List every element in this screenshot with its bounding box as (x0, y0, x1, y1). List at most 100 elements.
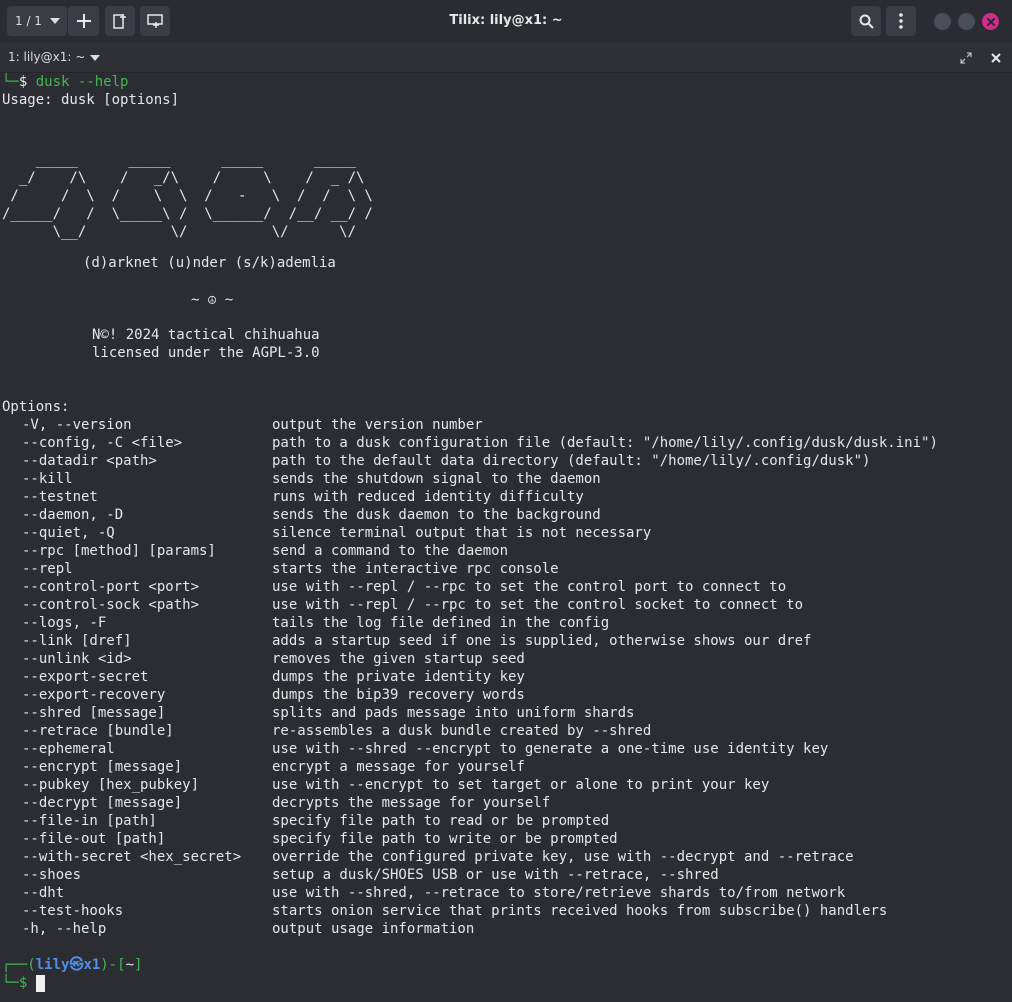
option-description: specify file path to read or be prompted (272, 813, 610, 829)
option-description: adds a startup seed if one is supplied, … (272, 633, 812, 649)
option-flag: --daemon, -D (22, 507, 124, 523)
option-description: re-assembles a dusk bundle created by --… (272, 723, 652, 739)
option-flag: --with-secret <hex_secret> (22, 849, 242, 865)
option-description: removes the given startup seed (272, 651, 525, 667)
session-switcher[interactable]: 1 / 1 (7, 6, 67, 36)
option-description: specify file path to write or be prompte… (272, 831, 618, 847)
option-flag: --shred [message] (22, 705, 166, 721)
option-flag: -h, --help (22, 921, 107, 937)
option-description: path to a dusk configuration file (defau… (272, 435, 938, 451)
option-description: silence terminal output that is not nece… (272, 525, 652, 541)
option-flag: --retrace [bundle] (22, 723, 174, 739)
ornament: ~ ☮ ~ (191, 292, 234, 308)
option-description: use with --repl / --rpc to set the contr… (272, 597, 804, 613)
logo-line: /_____/ / \_____\ / \______/ /__/ __/ / (2, 206, 373, 222)
option-flag: --file-in [path] (22, 813, 157, 829)
logo-line: \__/ \/ \/ \/ (2, 224, 357, 240)
split-down-button[interactable] (140, 6, 170, 36)
option-flag: --link [dref] (22, 633, 132, 649)
split-terminal-button[interactable] (105, 6, 135, 36)
option-flag: -V, --version (22, 417, 132, 433)
option-flag: --decrypt [message] (22, 795, 183, 811)
session-counter: 1 / 1 (15, 14, 42, 28)
option-description: decrypts the message for yourself (272, 795, 551, 811)
chevron-down-icon (49, 18, 60, 24)
option-description: override the configured private key, use… (272, 849, 854, 865)
option-flag: --control-sock <path> (22, 597, 200, 613)
title-bar: 1 / 1 Tilix: lily@x1: ~ (0, 0, 1012, 42)
split-right-icon (113, 14, 126, 29)
option-flag: --config, -C <file> (22, 435, 183, 451)
option-description: sends the dusk daemon to the background (272, 507, 601, 523)
option-flag: --export-secret (22, 669, 149, 685)
option-description: encrypt a message for yourself (272, 759, 525, 775)
kebab-menu-icon (899, 13, 903, 29)
copyright-line: N©! 2024 tactical chihuahua (92, 327, 320, 343)
option-flag: --testnet (22, 489, 98, 505)
option-description: send a command to the daemon (272, 543, 509, 559)
close-icon (986, 17, 995, 26)
typed-command: dusk --help (35, 74, 129, 90)
close-window-button[interactable] (982, 13, 999, 30)
option-flag: --ephemeral (22, 741, 115, 757)
option-flag: --rpc [method] [params] (22, 543, 216, 559)
option-flag: --encrypt [message] (22, 759, 183, 775)
option-flag: --shoes (22, 867, 82, 883)
option-flag: --export-recovery (22, 687, 166, 703)
prompt-symbol: $ (18, 74, 28, 90)
close-terminal-icon[interactable] (991, 53, 1001, 63)
prompt-separator: ㉿ (69, 957, 84, 973)
search-icon (859, 14, 874, 29)
option-description: output the version number (272, 417, 483, 433)
options-header: Options: (2, 399, 70, 415)
option-flag: --unlink <id> (22, 651, 132, 667)
terminal-header: 1: lily@x1: ~ (0, 43, 1012, 73)
maximize-button[interactable] (958, 13, 975, 30)
option-flag: --pubkey [hex_pubkey] (22, 777, 200, 793)
option-flag: --repl (22, 561, 73, 577)
tagline: (d)arknet (u)nder (s/k)ademlia (83, 255, 336, 271)
chevron-down-icon[interactable] (90, 55, 100, 61)
prompt-symbol: $ (18, 975, 28, 991)
logo-line: _/ /\ / _/\ / \ / _ /\ (2, 170, 365, 186)
minimize-button[interactable] (934, 13, 951, 30)
option-description: path to the default data directory (defa… (272, 453, 871, 469)
option-description: use with --shred, --retrace to store/ret… (272, 885, 846, 901)
terminal-output[interactable]: └─$ dusk --help Usage: dusk [options] __… (2, 73, 1010, 1002)
command-line: └─$ dusk --help (2, 74, 129, 90)
prompt-line: ┌──(lily㉿x1)-[~] (2, 957, 143, 973)
option-description: starts onion service that prints receive… (272, 903, 888, 919)
option-description: sends the shutdown signal to the daemon (272, 471, 601, 487)
logo-line: / / \ / \ \ / - \ / / \ \ (2, 188, 373, 204)
input-line[interactable]: └─$ (2, 974, 45, 992)
option-description: splits and pads message into uniform sha… (272, 705, 635, 721)
option-description: starts the interactive rpc console (272, 561, 559, 577)
option-flag: --logs, -F (22, 615, 107, 631)
option-description: use with --repl / --rpc to set the contr… (272, 579, 787, 595)
option-flag: --dht (22, 885, 65, 901)
maximize-terminal-icon[interactable] (960, 52, 972, 64)
option-flag: --datadir <path> (22, 453, 157, 469)
prompt-user: lily (35, 957, 70, 973)
option-description: runs with reduced identity difficulty (272, 489, 584, 505)
option-flag: --file-out [path] (22, 831, 166, 847)
terminal-title[interactable]: 1: lily@x1: ~ (8, 43, 85, 72)
split-down-icon (147, 14, 163, 28)
usage-line: Usage: dusk [options] (2, 92, 180, 108)
menu-button[interactable] (886, 6, 916, 36)
add-terminal-button[interactable] (68, 6, 99, 36)
option-flag: --control-port <port> (22, 579, 200, 595)
option-description: setup a dusk/SHOES USB or use with --ret… (272, 867, 719, 883)
logo-line: _____ _____ _____ _____ (2, 152, 357, 168)
option-description: output usage information (272, 921, 475, 937)
license-line: licensed under the AGPL-3.0 (92, 345, 320, 361)
option-flag: --test-hooks (22, 903, 124, 919)
option-description: tails the log file defined in the config (272, 615, 610, 631)
option-description: use with --shred --encrypt to generate a… (272, 741, 829, 757)
search-button[interactable] (851, 6, 881, 36)
option-description: dumps the bip39 recovery words (272, 687, 525, 703)
plus-icon (76, 14, 91, 28)
prompt-directory: ~ (125, 957, 135, 973)
option-flag: --kill (22, 471, 73, 487)
option-description: use with --encrypt to set target or alon… (272, 777, 770, 793)
